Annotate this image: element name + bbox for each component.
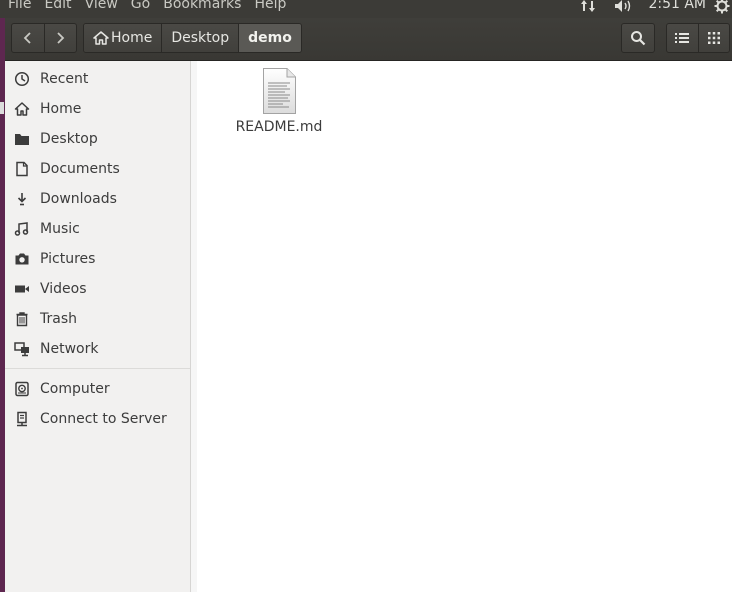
sidebar-item-label: Desktop xyxy=(40,131,98,147)
document-icon xyxy=(14,161,30,177)
list-view-button[interactable] xyxy=(667,24,698,52)
breadcrumb-demo[interactable]: demo xyxy=(239,24,301,52)
download-icon xyxy=(14,191,30,207)
breadcrumb: Home Desktop demo xyxy=(83,23,302,53)
menu-go[interactable]: Go xyxy=(131,0,150,11)
home-icon xyxy=(93,31,109,45)
app-menu: File Edit View Go Bookmarks Help xyxy=(8,0,299,11)
breadcrumb-home[interactable]: Home xyxy=(84,24,163,52)
chevron-right-icon xyxy=(57,32,65,44)
sidebar-item-desktop[interactable]: Desktop xyxy=(5,124,190,154)
header-bar: Home Desktop demo xyxy=(5,18,732,61)
sidebar-item-downloads[interactable]: Downloads xyxy=(5,184,190,214)
sidebar-item-label: Home xyxy=(40,101,82,117)
menu-bookmarks[interactable]: Bookmarks xyxy=(163,0,241,11)
computer-icon xyxy=(14,381,30,397)
back-button[interactable] xyxy=(12,24,44,52)
sidebar-item-label: Pictures xyxy=(40,251,96,267)
sidebar-item-documents[interactable]: Documents xyxy=(5,154,190,184)
music-icon xyxy=(14,221,30,237)
breadcrumb-label: demo xyxy=(248,30,292,46)
sidebar-item-recent[interactable]: Recent xyxy=(5,64,190,94)
grid-menu-icon xyxy=(707,32,720,44)
top-menu-bar: File Edit View Go Bookmarks Help 2:51 AM xyxy=(0,0,732,18)
folder-icon xyxy=(14,131,30,147)
places-sidebar: Recent Home Desktop Documents Downloads … xyxy=(5,61,191,592)
file-name: README.md xyxy=(235,119,323,135)
sidebar-item-label: Downloads xyxy=(40,191,117,207)
text-file-icon xyxy=(263,68,296,114)
sidebar-item-network[interactable]: Network xyxy=(5,334,190,364)
sidebar-item-label: Computer xyxy=(40,381,110,397)
sidebar-item-pictures[interactable]: Pictures xyxy=(5,244,190,274)
menu-help[interactable]: Help xyxy=(254,0,286,11)
menu-file[interactable]: File xyxy=(8,0,31,11)
sidebar-item-home[interactable]: Home xyxy=(5,94,190,124)
forward-button[interactable] xyxy=(43,24,77,52)
sidebar-item-label: Documents xyxy=(40,161,120,177)
network-transfer-icon[interactable] xyxy=(580,0,596,15)
list-view-icon xyxy=(675,33,690,43)
sidebar-item-videos[interactable]: Videos xyxy=(5,274,190,304)
server-icon xyxy=(14,411,30,427)
gear-icon[interactable] xyxy=(714,0,730,16)
menu-button[interactable] xyxy=(697,24,730,52)
sidebar-item-music[interactable]: Music xyxy=(5,214,190,244)
breadcrumb-label: Home xyxy=(111,30,153,46)
navigation-buttons xyxy=(11,23,77,53)
sidebar-item-computer[interactable]: Computer xyxy=(5,374,190,404)
file-view[interactable]: README.md xyxy=(191,61,732,592)
volume-icon[interactable] xyxy=(614,0,634,15)
sidebar-item-label: Music xyxy=(40,221,80,237)
search-button[interactable] xyxy=(621,23,655,53)
breadcrumb-desktop[interactable]: Desktop xyxy=(162,24,240,52)
sidebar-divider xyxy=(5,368,190,369)
sidebar-item-connect-to-server[interactable]: Connect to Server xyxy=(5,404,190,434)
menu-view[interactable]: View xyxy=(85,0,118,11)
launcher-handle[interactable] xyxy=(0,102,4,114)
sidebar-item-label: Recent xyxy=(40,71,89,87)
sidebar-item-label: Trash xyxy=(40,311,77,327)
sidebar-item-label: Network xyxy=(40,341,99,357)
sidebar-item-label: Connect to Server xyxy=(40,411,167,427)
view-buttons xyxy=(666,23,730,53)
system-indicators: 2:51 AM xyxy=(580,0,732,18)
video-icon xyxy=(14,281,30,297)
trash-icon xyxy=(14,311,30,327)
home-icon xyxy=(14,101,30,117)
clock-icon xyxy=(14,71,30,87)
content-edge xyxy=(191,61,197,592)
chevron-left-icon xyxy=(23,32,31,44)
search-icon xyxy=(631,31,646,46)
network-icon xyxy=(14,341,30,357)
sidebar-item-trash[interactable]: Trash xyxy=(5,304,190,334)
clock[interactable]: 2:51 AM xyxy=(648,0,706,11)
camera-icon xyxy=(14,251,30,267)
menu-edit[interactable]: Edit xyxy=(44,0,71,11)
file-item[interactable]: README.md xyxy=(231,67,327,135)
sidebar-item-label: Videos xyxy=(40,281,87,297)
breadcrumb-label: Desktop xyxy=(171,30,230,46)
